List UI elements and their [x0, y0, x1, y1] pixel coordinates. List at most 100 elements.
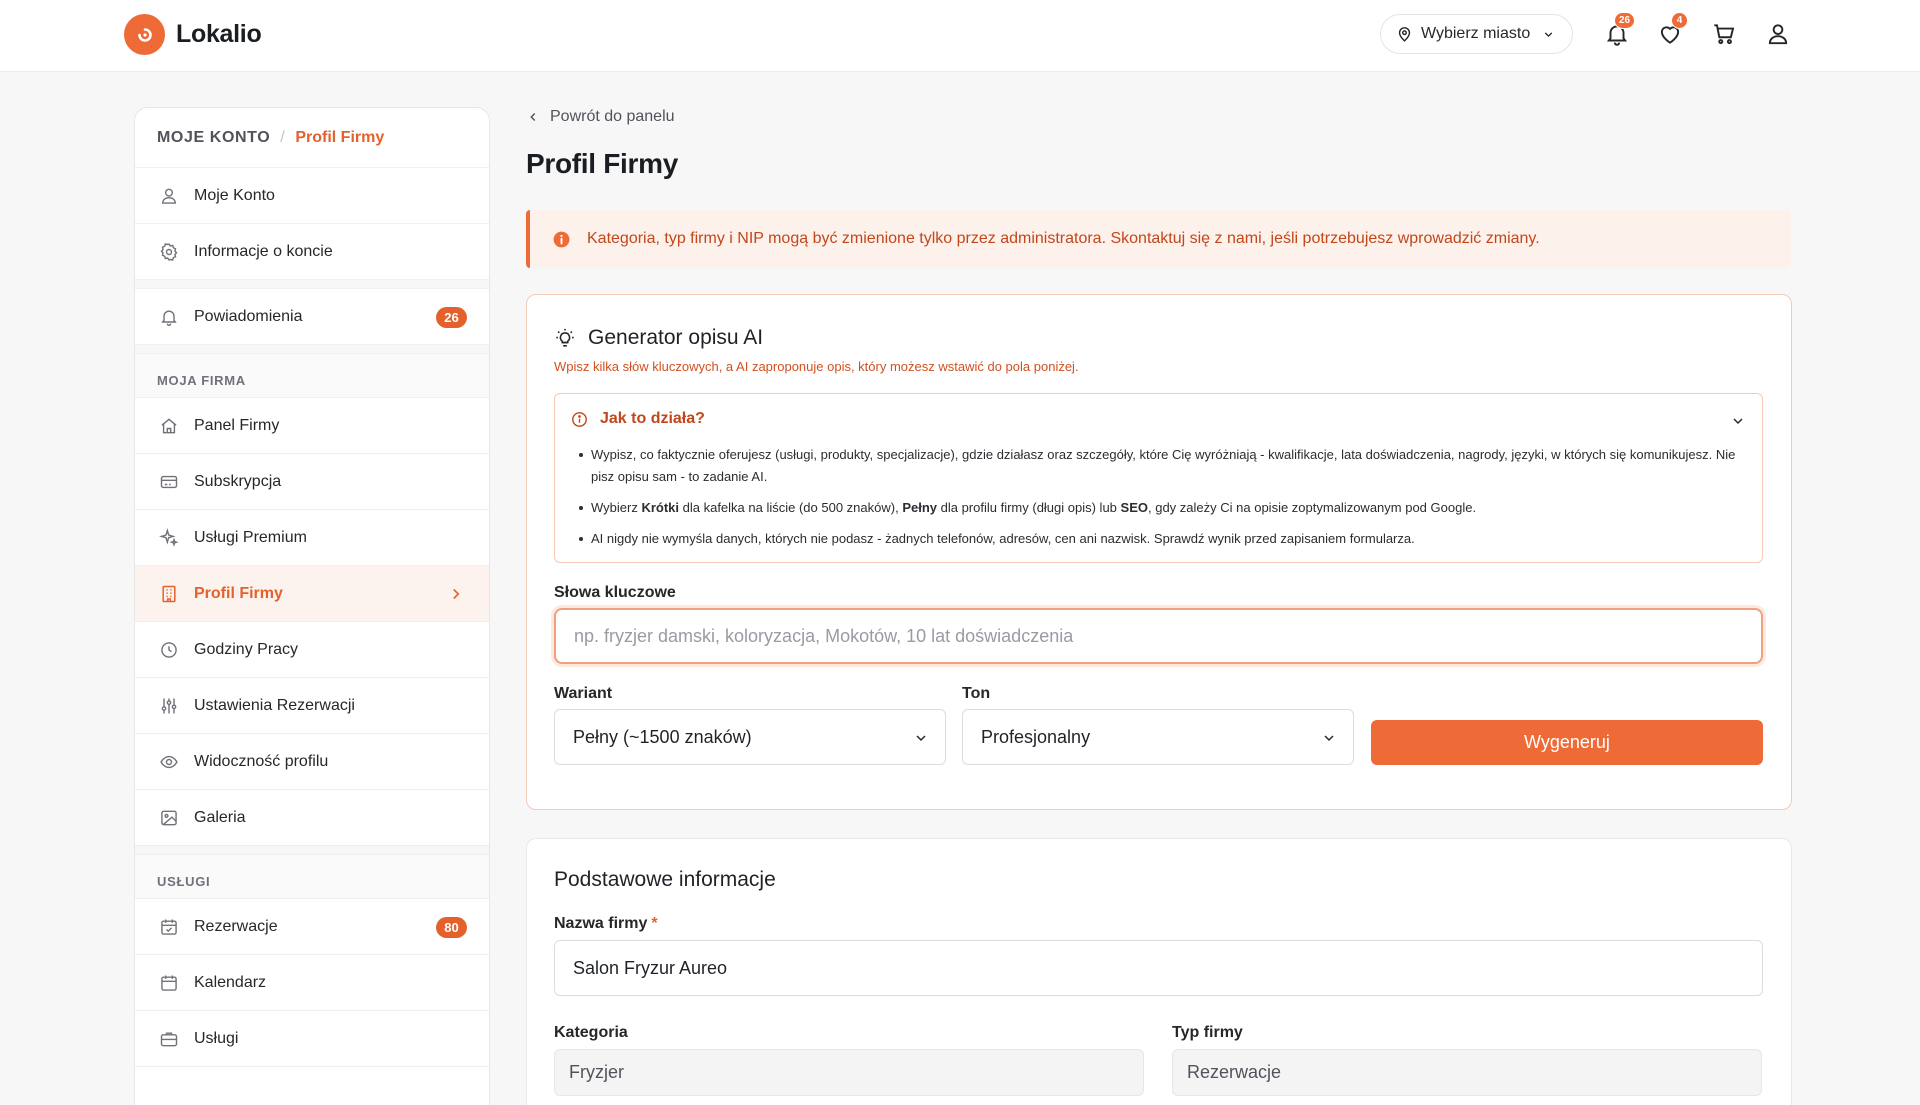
- info-outline-icon: [571, 411, 588, 428]
- page-title: Profil Firmy: [526, 148, 678, 179]
- sidebar-item-bookings[interactable]: Rezerwacje 80: [135, 899, 489, 955]
- admin-info-alert: Kategoria, typ firmy i NIP mogą być zmie…: [526, 210, 1791, 268]
- city-select-label: Wybierz miasto: [1421, 25, 1531, 42]
- bell-icon: [159, 307, 179, 327]
- top-header: Lokalio Wybierz miasto 26 4: [0, 0, 1920, 72]
- briefcase-icon: [159, 1029, 179, 1049]
- sidebar-item-label: Usługi: [194, 1029, 239, 1047]
- sidebar-divider: [135, 846, 489, 855]
- favorites-badge: 4: [1671, 12, 1688, 29]
- company-type-label: Typ firmy: [1172, 1024, 1243, 1041]
- clock-icon: [159, 640, 179, 660]
- logo[interactable]: Lokalio: [124, 14, 262, 55]
- variant-label: Wariant: [554, 685, 613, 702]
- eye-icon: [159, 752, 179, 772]
- sidebar-divider: [135, 280, 489, 289]
- back-to-panel-link[interactable]: Powrót do panelu: [526, 108, 675, 126]
- sparkle-icon: [159, 527, 179, 548]
- city-select-button[interactable]: Wybierz miasto: [1380, 14, 1573, 54]
- sidebar-item-label: Galeria: [194, 808, 246, 826]
- cart-icon: [1711, 21, 1737, 47]
- sidebar-item-label: Usługi Premium: [194, 528, 307, 546]
- user-icon: [1765, 21, 1791, 47]
- company-type-value: Rezerwacje: [1187, 1062, 1282, 1082]
- account-button[interactable]: [1765, 21, 1791, 47]
- bullet-text: AI nigdy nie wymyśla danych, których nie…: [591, 531, 1415, 546]
- how-it-works-toggle[interactable]: Jak to działa?: [571, 410, 705, 428]
- sidebar-item-company-profile[interactable]: Profil Firmy: [135, 566, 489, 622]
- tone-select-value: Profesjonalny: [981, 726, 1091, 747]
- tone-select[interactable]: Profesjonalny: [962, 709, 1354, 765]
- info-icon: [552, 230, 571, 249]
- sidebar-item-label: Ustawienia Rezerwacji: [194, 696, 355, 714]
- image-icon: [159, 808, 179, 828]
- sidebar-item-label: Profil Firmy: [194, 584, 283, 602]
- user-icon: [159, 186, 179, 206]
- ai-generator-subtitle: Wpisz kilka słów kluczowych, a AI zaprop…: [554, 359, 1079, 374]
- chevron-up-down-icon[interactable]: [1730, 413, 1746, 429]
- sidebar-item-label: Informacje o koncie: [194, 242, 333, 260]
- bullet-bold-seo: SEO: [1120, 500, 1148, 515]
- sidebar-item-calendar[interactable]: Kalendarz: [135, 955, 489, 1011]
- alert-text: Kategoria, typ firmy i NIP mogą być zmie…: [587, 230, 1540, 247]
- sidebar-item-subscription[interactable]: Subskrypcja: [135, 454, 489, 510]
- company-name-label-text: Nazwa firmy: [554, 915, 648, 932]
- notifications-count-badge: 26: [436, 307, 467, 328]
- generate-button[interactable]: Wygeneruj: [1371, 720, 1763, 765]
- category-label: Kategoria: [554, 1024, 628, 1041]
- how-it-works-list: Wypisz, co faktycznie oferujesz (usługi,…: [577, 444, 1747, 559]
- variant-select[interactable]: Pełny (~1500 znaków): [554, 709, 946, 765]
- sidebar-item-label: Rezerwacje: [194, 917, 278, 935]
- sidebar-item-gallery[interactable]: Galeria: [135, 790, 489, 846]
- sidebar-item-my-account[interactable]: Moje Konto: [135, 168, 489, 224]
- tone-label: Ton: [962, 685, 991, 702]
- favorites-button[interactable]: 4: [1657, 12, 1688, 47]
- sidebar-item-booking-settings[interactable]: Ustawienia Rezerwacji: [135, 678, 489, 734]
- required-marker: *: [651, 915, 658, 932]
- chevron-left-icon: [526, 110, 540, 124]
- sidebar-item-company-panel[interactable]: Panel Firmy: [135, 398, 489, 454]
- company-type-field: Rezerwacje: [1172, 1049, 1762, 1096]
- cart-button[interactable]: [1711, 21, 1737, 47]
- variant-select-value: Pełny (~1500 znaków): [573, 726, 752, 747]
- sidebar-item-label: Panel Firmy: [194, 416, 280, 434]
- list-item: Wypisz, co faktycznie oferujesz (usługi,…: [577, 444, 1747, 488]
- bullet-text: Wybierz: [591, 500, 642, 515]
- sidebar-item-label: Moje Konto: [194, 186, 275, 204]
- company-name-value: Salon Fryzur Aureo: [573, 957, 728, 978]
- sidebar-item-profile-visibility[interactable]: Widoczność profilu: [135, 734, 489, 790]
- sidebar: MOJE KONTO / Profil Firmy Moje Konto Inf…: [134, 107, 490, 1105]
- bookings-count-badge: 80: [436, 917, 467, 938]
- breadcrumb-root[interactable]: MOJE KONTO: [157, 129, 270, 147]
- category-field: Fryzjer: [554, 1049, 1144, 1096]
- gear-icon: [159, 242, 179, 262]
- breadcrumb-separator: /: [280, 128, 286, 146]
- sidebar-item-account-info[interactable]: Informacje o koncie: [135, 224, 489, 280]
- logo-icon: [124, 14, 165, 55]
- bullet-text: Wypisz, co faktycznie oferujesz (usługi,…: [591, 447, 1736, 484]
- keywords-input[interactable]: np. fryzjer damski, koloryzacja, Mokotów…: [554, 608, 1763, 664]
- bullet-text: dla profilu firmy (długi opis) lub: [937, 500, 1121, 515]
- sidebar-item-services[interactable]: Usługi: [135, 1011, 489, 1067]
- calendar-check-icon: [159, 917, 179, 937]
- sidebar-item-premium-services[interactable]: Usługi Premium: [135, 510, 489, 566]
- sidebar-item-label: Kalendarz: [194, 973, 267, 991]
- chevron-down-icon: [913, 730, 929, 746]
- company-name-input[interactable]: Salon Fryzur Aureo: [554, 940, 1763, 996]
- category-value: Fryzjer: [569, 1062, 624, 1082]
- sidebar-divider: [135, 345, 489, 354]
- sidebar-item-label: Godziny Pracy: [194, 640, 299, 658]
- basic-info-title: Podstawowe informacje: [554, 868, 776, 891]
- list-item: AI nigdy nie wymyśla danych, których nie…: [577, 528, 1747, 550]
- sidebar-section-services: USŁUGI: [135, 855, 489, 899]
- ai-generator-title: Generator opisu AI: [554, 326, 763, 350]
- building-icon: [159, 584, 179, 604]
- sidebar-item-label: Powiadomienia: [194, 307, 303, 325]
- breadcrumb-current: Profil Firmy: [295, 128, 385, 146]
- sidebar-item-notifications[interactable]: Powiadomienia 26: [135, 289, 489, 345]
- sidebar-item-working-hours[interactable]: Godziny Pracy: [135, 622, 489, 678]
- notifications-button[interactable]: 26: [1604, 12, 1636, 47]
- how-it-works-panel: Jak to działa? Wypisz, co faktycznie ofe…: [554, 393, 1763, 563]
- credit-card-icon: [159, 472, 179, 492]
- breadcrumb: MOJE KONTO / Profil Firmy: [135, 108, 489, 168]
